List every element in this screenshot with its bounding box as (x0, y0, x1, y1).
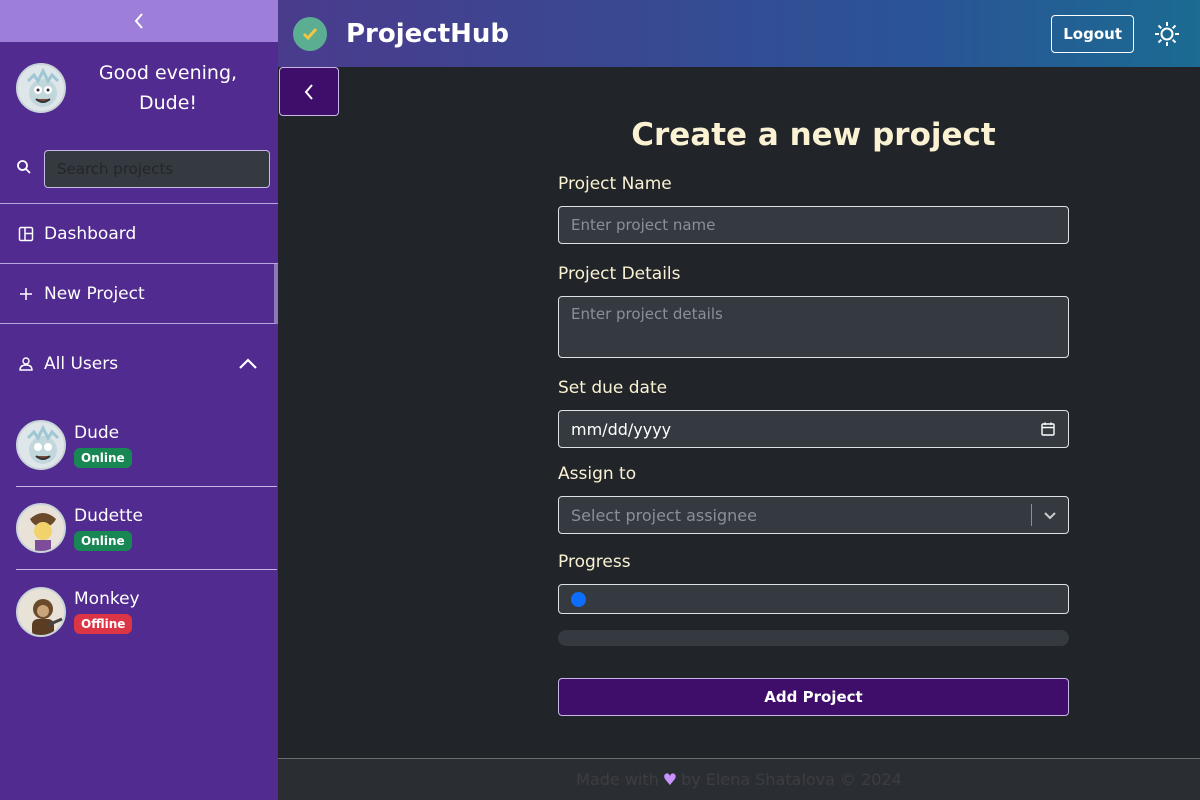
user-name: Dudette (74, 505, 143, 526)
plus-icon (18, 286, 36, 302)
progress-slider[interactable] (558, 584, 1069, 614)
progress-slider-thumb[interactable] (571, 592, 586, 607)
footer: Made with ♥ by Elena Shatalova © 2024 (278, 758, 1200, 800)
status-badge: Online (74, 447, 132, 468)
all-users-label: All Users (44, 354, 119, 374)
project-details-input[interactable] (558, 296, 1069, 358)
sun-icon (1155, 21, 1179, 46)
calendar-icon[interactable] (1040, 421, 1056, 437)
user-name: Monkey (74, 589, 140, 609)
assign-label: Assign to (558, 464, 637, 484)
sidebar-collapse-button[interactable] (0, 0, 278, 42)
add-project-button[interactable]: Add Project (558, 678, 1069, 716)
theme-toggle[interactable] (1152, 21, 1182, 47)
assignee-select[interactable]: Select project assignee (558, 496, 1069, 534)
heart-icon: ♥ (662, 770, 678, 789)
due-date-input[interactable]: mm/dd/yyyy (558, 410, 1069, 448)
chevron-down-icon[interactable] (1032, 510, 1068, 520)
due-date-value: mm/dd/yyyy (571, 419, 672, 439)
status-badge: Online (74, 530, 132, 551)
sidebar-item-dashboard[interactable]: Dashboard (0, 204, 278, 264)
project-name-input[interactable] (558, 206, 1069, 244)
footer-made-with: Made with (576, 770, 659, 789)
footer-credit: by Elena Shatalova © 2024 (681, 770, 902, 789)
assignee-placeholder: Select project assignee (571, 505, 757, 525)
back-button[interactable] (279, 67, 339, 116)
check-icon (293, 16, 327, 51)
chevron-left-icon (304, 83, 313, 100)
list-item[interactable]: Dude Online (16, 404, 277, 487)
progress-label: Progress (558, 552, 631, 572)
top-header: ProjectHub Logout (278, 0, 1200, 67)
user-list: Dude Online Dudette Online Monkey Offlin… (0, 404, 278, 653)
avatar (16, 63, 66, 113)
sidebar-item-label: New Project (44, 283, 145, 304)
app-title: ProjectHub (346, 18, 510, 49)
page-title: Create a new project (631, 117, 996, 153)
chevron-up-icon (239, 358, 257, 369)
dashboard-icon (18, 226, 36, 242)
progress-bar (558, 630, 1069, 646)
greeting-block: Good evening, Dude! (0, 42, 278, 134)
logout-button[interactable]: Logout (1051, 14, 1134, 53)
sidebar-item-new-project[interactable]: New Project (0, 264, 278, 324)
list-item[interactable]: Dudette Online (16, 487, 277, 570)
due-date-label: Set due date (558, 378, 668, 398)
project-name-label: Project Name (558, 174, 672, 194)
project-details-label: Project Details (558, 264, 681, 284)
sidebar: Good evening, Dude! Dashboard New Projec… (0, 0, 278, 800)
user-icon (18, 356, 36, 372)
search-row (0, 134, 278, 204)
avatar (16, 503, 66, 553)
avatar (16, 420, 66, 470)
chevron-left-icon (134, 13, 143, 29)
search-input[interactable] (44, 149, 270, 188)
user-name: Dude (74, 422, 120, 443)
greeting-text: Good evening, Dude! (98, 62, 238, 114)
avatar (16, 586, 66, 637)
new-project-form: Create a new project Project Name Projec… (558, 110, 1069, 716)
all-users-toggle[interactable]: All Users (0, 324, 278, 404)
list-item[interactable]: Monkey Offline (16, 570, 277, 653)
sidebar-item-label: Dashboard (44, 223, 137, 244)
search-icon (16, 159, 36, 179)
status-badge: Offline (74, 614, 133, 634)
